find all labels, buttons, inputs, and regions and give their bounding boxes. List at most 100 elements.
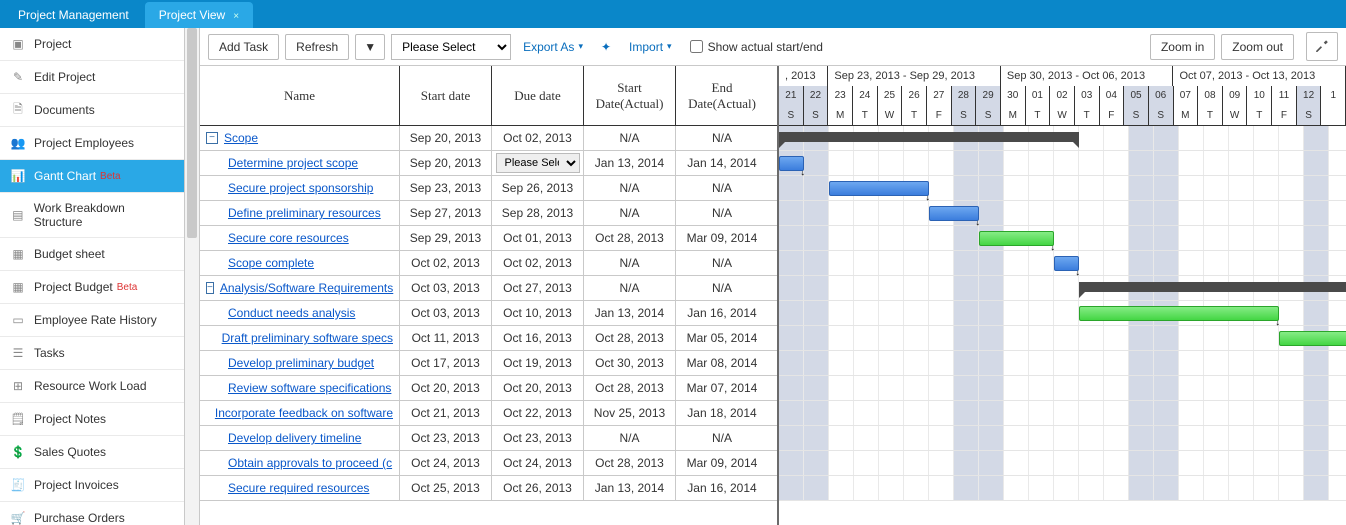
table-row[interactable]: Conduct needs analysisOct 03, 2013Oct 10… [200,301,777,326]
cell-start-actual[interactable]: N/A [584,201,676,225]
table-row[interactable]: Develop preliminary budget Oct 17, 2013Oc… [200,351,777,376]
table-row[interactable]: Obtain approvals to proceed (c Oct 24, 20… [200,451,777,476]
sidebar-scrollbar[interactable] [185,28,200,525]
cell-start[interactable]: Sep 27, 2013 [400,201,492,225]
cell-due[interactable]: Oct 22, 2013 [492,401,584,425]
task-link[interactable]: Define preliminary resources [228,206,381,220]
task-bar[interactable] [779,156,804,171]
zoom-in-button[interactable]: Zoom in [1150,34,1215,60]
sidebar-item-project-notes[interactable]: 🗒Project Notes [0,403,184,436]
cell-due[interactable]: Oct 02, 2013 [492,251,584,275]
table-row[interactable]: Secure required resources Oct 25, 2013Oct… [200,476,777,501]
table-row[interactable]: Scope completeOct 02, 2013Oct 02, 2013N/… [200,251,777,276]
cell-due[interactable]: Sep 28, 2013 [492,201,584,225]
cell-end-actual[interactable]: Mar 09, 2014 [676,451,768,475]
cell-start[interactable]: Oct 21, 2013 [400,401,492,425]
cell-due[interactable]: Sep 26, 2013 [492,176,584,200]
cell-start-actual[interactable]: Oct 28, 2013 [584,226,676,250]
cell-due[interactable]: Oct 16, 2013 [492,326,584,350]
cell-start-actual[interactable]: Nov 25, 2013 [584,401,676,425]
cell-end-actual[interactable]: Jan 16, 2014 [676,476,768,500]
table-row[interactable]: Incorporate feedback on software Oct 21, … [200,401,777,426]
export-as-button[interactable]: Export As▾ [517,35,589,59]
close-icon[interactable]: × [233,11,239,22]
table-row[interactable]: Define preliminary resources Sep 27, 2013… [200,201,777,226]
task-bar[interactable] [1079,306,1279,321]
table-row[interactable]: Secure core resources Sep 29, 2013Oct 01,… [200,226,777,251]
cell-start[interactable]: Sep 20, 2013 [400,126,492,150]
cell-start-actual[interactable]: N/A [584,126,676,150]
task-link[interactable]: Draft preliminary software specs [222,331,393,345]
task-bar[interactable] [829,181,929,196]
cell-start[interactable]: Oct 11, 2013 [400,326,492,350]
refresh-button[interactable]: Refresh [285,34,349,60]
cell-due[interactable]: Oct 10, 2013 [492,301,584,325]
sidebar-item-project-budget[interactable]: ▦Project BudgetBeta [0,271,184,304]
cell-start[interactable]: Sep 29, 2013 [400,226,492,250]
cell-start[interactable]: Oct 24, 2013 [400,451,492,475]
cell-end-actual[interactable]: Mar 05, 2014 [676,326,768,350]
cell-start-actual[interactable]: Jan 13, 2014 [584,151,676,175]
cell-start[interactable]: Sep 20, 2013 [400,151,492,175]
cell-end-actual[interactable]: Jan 18, 2014 [676,401,768,425]
task-link[interactable]: Develop preliminary budget [228,356,374,370]
table-row[interactable]: Develop delivery timeline Oct 23, 2013Oct… [200,426,777,451]
cell-start[interactable]: Oct 17, 2013 [400,351,492,375]
sidebar-item-budget-sheet[interactable]: ▦Budget sheet [0,238,184,271]
task-link[interactable]: Develop delivery timeline [228,431,361,445]
cell-start[interactable]: Oct 02, 2013 [400,251,492,275]
task-link[interactable]: Incorporate feedback on software [215,406,393,420]
cell-end-actual[interactable]: Mar 08, 2014 [676,351,768,375]
cell-due[interactable]: Oct 27, 2013 [492,276,584,300]
cell-due[interactable]: Oct 02, 2013 [492,126,584,150]
settings-wrench-icon[interactable] [1306,32,1338,61]
sidebar-item-resource-work-load[interactable]: ⊞Resource Work Load [0,370,184,403]
cell-start-actual[interactable]: N/A [584,176,676,200]
task-bar[interactable] [929,206,979,221]
sidebar-item-gantt-chart[interactable]: 📊Gantt ChartBeta [0,160,184,193]
task-bar[interactable] [979,231,1054,246]
cell-due[interactable]: Oct 01, 2013 [492,226,584,250]
task-link[interactable]: Analysis/Software Requirements [220,281,393,295]
cell-start[interactable]: Oct 25, 2013 [400,476,492,500]
cell-end-actual[interactable]: N/A [676,126,768,150]
cell-end-actual[interactable]: Mar 09, 2014 [676,226,768,250]
cell-end-actual[interactable]: N/A [676,426,768,450]
cell-start-actual[interactable]: N/A [584,251,676,275]
cell-start[interactable]: Oct 03, 2013 [400,276,492,300]
add-task-button[interactable]: Add Task [208,34,279,60]
summary-bar[interactable] [1079,282,1346,292]
cell-end-actual[interactable]: N/A [676,201,768,225]
task-bar[interactable] [1279,331,1346,346]
due-date-select[interactable]: Please Select [496,153,580,173]
zoom-out-button[interactable]: Zoom out [1221,34,1294,60]
task-link[interactable]: Scope [224,131,258,145]
task-link[interactable]: Secure core resources [228,231,349,245]
filter-select[interactable]: Please Select [391,34,511,60]
task-link[interactable]: Obtain approvals to proceed (c [228,456,392,470]
col-start[interactable]: Start date [400,66,492,125]
sidebar-item-project-invoices[interactable]: 🧾Project Invoices [0,469,184,502]
sidebar-item-edit-project[interactable]: ✎Edit Project [0,61,184,94]
col-due[interactable]: Due date [492,66,584,125]
show-actual-checkbox[interactable] [690,40,703,53]
cell-due[interactable]: Oct 19, 2013 [492,351,584,375]
cell-due[interactable]: Oct 24, 2013 [492,451,584,475]
cell-due[interactable]: Oct 20, 2013 [492,376,584,400]
cell-start[interactable]: Sep 23, 2013 [400,176,492,200]
task-link[interactable]: Scope complete [228,256,314,270]
col-name[interactable]: Name [200,66,400,125]
sidebar-item-purchase-orders[interactable]: 🛒Purchase Orders [0,502,184,525]
tab-project-view[interactable]: Project View× [145,2,253,28]
cell-due[interactable]: Oct 26, 2013 [492,476,584,500]
cell-due[interactable]: Oct 23, 2013 [492,426,584,450]
import-button[interactable]: Import▾ [623,35,678,59]
cell-end-actual[interactable]: Jan 16, 2014 [676,301,768,325]
cell-start[interactable]: Oct 23, 2013 [400,426,492,450]
cell-due[interactable]: Please Select [492,151,584,175]
tab-project-management[interactable]: Project Management [4,2,143,28]
cell-start-actual[interactable]: N/A [584,276,676,300]
cell-start-actual[interactable]: Oct 28, 2013 [584,326,676,350]
task-link[interactable]: Secure required resources [228,481,369,495]
task-link[interactable]: Secure project sponsorship [228,181,373,195]
